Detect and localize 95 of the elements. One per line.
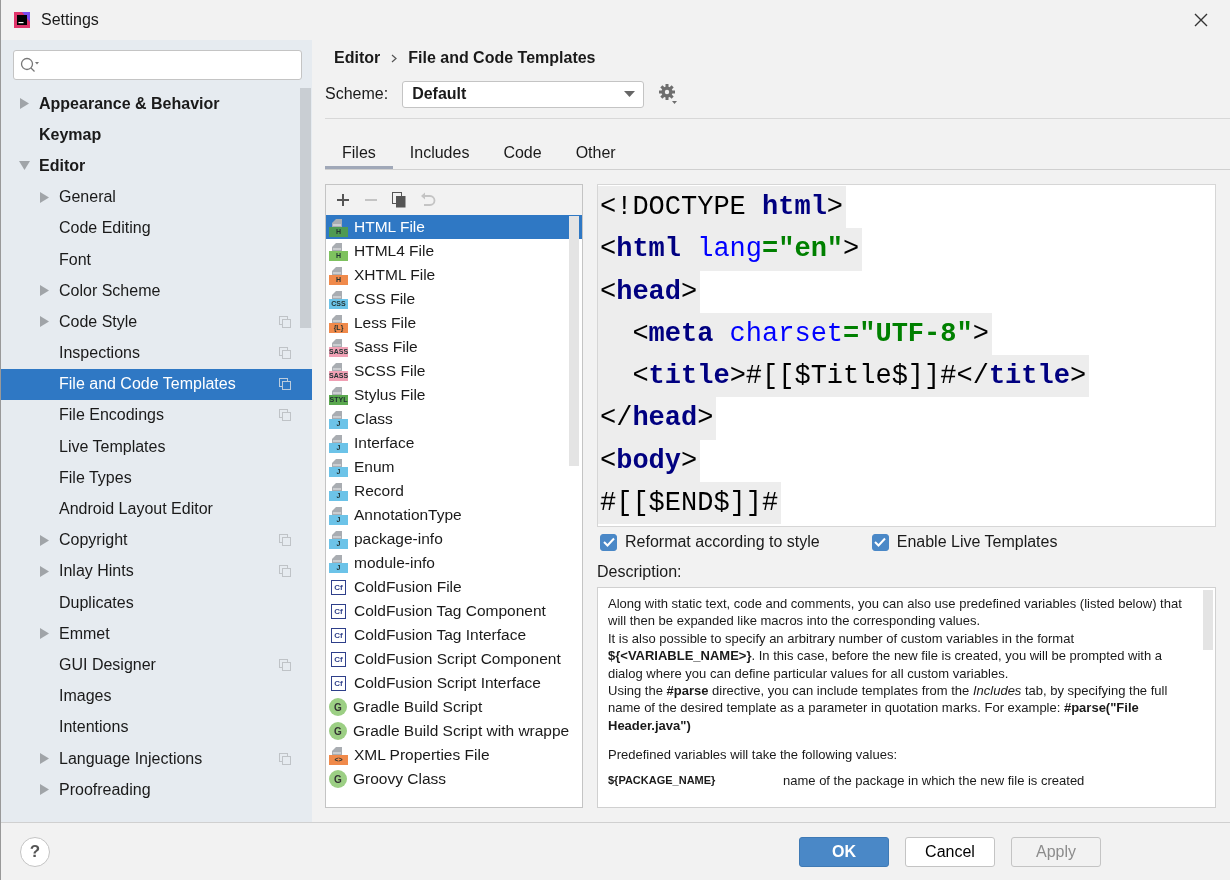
checkmark-icon [874, 537, 887, 547]
copy-icon [279, 347, 291, 360]
template-item[interactable]: G Gradle Build Script with wrappe [326, 719, 582, 743]
window-title: Settings [41, 11, 99, 29]
collapsed-arrow-icon[interactable] [39, 316, 50, 328]
breadcrumb-item: Editor [334, 49, 381, 67]
copy-icon [279, 378, 291, 391]
sidebar-item[interactable]: Code Editing [1, 212, 312, 244]
scrollbar[interactable] [1203, 590, 1213, 650]
collapsed-arrow-icon[interactable] [39, 565, 50, 577]
dialog-button[interactable]: OK [799, 836, 889, 867]
description-label: Description: [597, 562, 683, 582]
checkbox-label[interactable]: Reformat according to style [625, 533, 820, 551]
sidebar-item[interactable]: Inlay Hints [1, 555, 312, 587]
collapsed-arrow-icon[interactable] [39, 534, 50, 546]
checkmark-icon [602, 537, 615, 547]
copy-icon [279, 752, 291, 765]
sidebar-item[interactable]: Intentions [1, 711, 312, 743]
copy-icon [279, 565, 291, 578]
scheme-dropdown[interactable]: Default [402, 80, 645, 108]
expanded-arrow-icon[interactable] [19, 160, 30, 172]
settings-icon[interactable] [658, 83, 679, 105]
tab[interactable]: Code [486, 139, 559, 169]
description-paragraph: Along with static text, code and comments, you can also use predefined variables (listed below) that will then be expanded like macros into the corresponding values. [608, 595, 1183, 630]
checkbox[interactable] [871, 533, 889, 551]
sidebar-item[interactable]: Live Templates [1, 431, 312, 463]
copy-icon [279, 315, 291, 328]
description-paragraph: It is also possible to specify an arbitrary number of custom variables in the format ${<VARIABLE_NAME>}. In this case, before the new file is created, you will be prompted with a dialog where you can define particular values for all custom variables. [608, 629, 1163, 683]
template-item[interactable]: Cf ColdFusion Tag Component [326, 599, 582, 623]
scrollbar[interactable] [300, 88, 311, 328]
search-icon [20, 57, 40, 73]
scrollbar[interactable] [569, 216, 579, 466]
file-type-icon: Cf [331, 579, 346, 595]
file-type-icon: Cf [331, 675, 346, 691]
sidebar-item[interactable]: Color Scheme [1, 275, 312, 307]
sidebar-item[interactable]: Code Style [1, 306, 312, 338]
help-button[interactable]: ? [20, 836, 50, 867]
template-item[interactable]: G Groovy Class [326, 767, 582, 791]
sidebar-item[interactable]: Copyright [1, 524, 312, 556]
sidebar-item[interactable]: Inspections [1, 337, 312, 369]
sidebar-item[interactable]: File and Code Templates [1, 368, 312, 400]
template-item[interactable]: Cf ColdFusion Script Component [326, 647, 582, 671]
tab[interactable]: Other [558, 139, 633, 169]
breadcrumb-item: File and Code Templates [408, 49, 596, 67]
sidebar-item[interactable]: Duplicates [1, 587, 312, 619]
tab[interactable]: Includes [392, 139, 487, 169]
sidebar-item[interactable]: Android Layout Editor [1, 493, 312, 525]
file-type-icon: G [329, 770, 347, 788]
variable-name: ${PACKAGE_NAME} [608, 772, 717, 788]
collapsed-arrow-icon[interactable] [39, 285, 50, 297]
template-item[interactable]: Cf ColdFusion File [326, 575, 582, 599]
search-field[interactable] [13, 50, 302, 80]
sidebar-item[interactable]: Images [1, 680, 312, 712]
dropdown-arrow-icon [624, 91, 636, 97]
variable-description: name of the package in which the new file is created [783, 771, 1085, 790]
template-item[interactable]: Cf ColdFusion Tag Interface [326, 623, 582, 647]
template-item[interactable]: Cf ColdFusion Script Interface [326, 671, 582, 695]
description-paragraph: Using the #parse directive, you can include templates from the Includes tab, by specifying the full name of the desired template as a parameter in quotation marks. For example: #parse("File Header.java") [608, 682, 1169, 735]
sidebar-item[interactable]: Proofreading [1, 774, 312, 806]
add-icon[interactable] [336, 193, 350, 207]
sidebar-item[interactable]: Font [1, 243, 312, 276]
collapsed-arrow-icon[interactable] [39, 784, 50, 796]
sidebar-item[interactable]: General [1, 181, 312, 213]
chevron-icon [391, 53, 398, 63]
sidebar-item[interactable]: Editor [1, 150, 312, 182]
file-type-icon: Cf [331, 627, 346, 643]
scheme-label: Scheme: [325, 85, 389, 103]
sidebar-item[interactable]: Appearance & Behavior [1, 88, 312, 120]
collapsed-arrow-icon[interactable] [39, 628, 50, 640]
file-type-icon: Cf [331, 603, 346, 619]
collapsed-arrow-icon[interactable] [39, 191, 50, 203]
dialog-button[interactable]: Cancel [905, 836, 995, 867]
copy-icon[interactable] [392, 192, 406, 208]
checkbox-label[interactable]: Enable Live Templates [896, 533, 1058, 551]
checkbox[interactable] [600, 533, 617, 551]
collapsed-arrow-icon[interactable] [39, 753, 50, 765]
code-editor[interactable]: <!DOCTYPE html> <html lang="en"> <head> <meta charset="UTF-8"> <title>#[[$Title$]]#</title> </head> <body> #[[$END$]]# [597, 184, 1216, 527]
collapsed-arrow-icon[interactable] [19, 98, 30, 110]
sidebar-item[interactable]: Emmet [1, 618, 312, 650]
template-item[interactable]: G Gradle Build Script [326, 695, 582, 719]
sidebar-item[interactable]: GUI Designer [1, 649, 312, 681]
close-icon[interactable] [1194, 13, 1208, 27]
file-type-icon: G [329, 722, 347, 740]
app-logo-icon [12, 10, 32, 30]
description-paragraph: Predefined variables will take the following values: [608, 746, 899, 764]
file-type-icon: G [329, 698, 347, 716]
sidebar-item[interactable]: Keymap [1, 119, 312, 151]
copy-icon [279, 534, 291, 547]
sidebar-item[interactable]: Language Injections [1, 742, 312, 775]
copy-icon [279, 409, 291, 422]
sidebar-item[interactable]: File Types [1, 462, 312, 494]
sidebar-item[interactable]: File Encodings [1, 399, 312, 432]
tab[interactable]: Files [325, 139, 393, 169]
copy-icon [279, 658, 291, 671]
file-type-icon: Cf [331, 651, 346, 667]
